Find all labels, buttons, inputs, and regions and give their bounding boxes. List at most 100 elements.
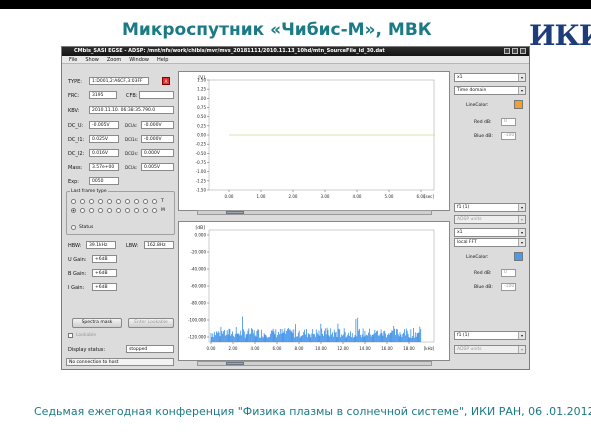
kbv-row: KBV: 2010.11.10. 06:38:35.790.0 [64, 106, 177, 115]
frame-type-radio[interactable] [89, 199, 94, 204]
line-color-top-label: LineColor: [466, 103, 489, 108]
close-button[interactable] [520, 48, 526, 54]
status-radio[interactable] [71, 225, 76, 230]
frame-type-radio[interactable] [89, 208, 94, 213]
menu-file[interactable]: File [69, 56, 77, 63]
frame-type-radio[interactable] [143, 199, 148, 204]
dc-u-label: DC_U: [68, 123, 84, 129]
menu-help[interactable]: Help [157, 56, 168, 63]
kbv-label: KBV: [68, 108, 80, 114]
alarm-button[interactable]: A [162, 77, 170, 85]
channel-select-top[interactable]: x1 ▾ [454, 73, 526, 82]
frame-type-radio[interactable] [80, 208, 85, 213]
frame-label-m: M [161, 208, 165, 213]
lbw-label: LBW: [126, 243, 139, 249]
y-tick-label: 0.75 [197, 105, 206, 110]
slide-footer: Седьмая ежегодная конференция "Физика пл… [34, 405, 591, 418]
lookable-checkbox[interactable] [68, 333, 73, 338]
blue-db-bottom-input[interactable]: -100 [501, 283, 516, 291]
frame-type-radio[interactable] [125, 199, 130, 204]
left-panel: TYPE: 1:D001,2:A6CF,3:03FF A FRC: 3195 C… [64, 65, 177, 369]
filter-select-bottom[interactable]: f1 (1) ▾ [454, 331, 526, 340]
window-titlebar[interactable]: CMbis_SASI EGSE - ADSP: /mnt/nfs/work/ch… [62, 47, 529, 56]
display-status-value: stopped [126, 345, 174, 353]
frame-type-radio[interactable] [116, 208, 121, 213]
frame-type-radio[interactable] [152, 208, 157, 213]
frame-type-radio[interactable] [152, 199, 157, 204]
frame-type-radio[interactable] [98, 199, 103, 204]
dcus-label: DCUs: [125, 123, 138, 128]
logo-text: ИКИ [529, 19, 591, 52]
dc-u-value: -0.005V [89, 121, 119, 129]
filter-select-top[interactable]: f1 (1) ▾ [454, 203, 526, 212]
exp-value: 0050 [89, 177, 119, 185]
window-controls [504, 48, 526, 54]
frame-type-radio[interactable] [80, 199, 85, 204]
spectra-mask-button[interactable]: Spectra mask [72, 318, 122, 328]
dcus2-value: 0.005V [141, 163, 174, 171]
red-db-top-input[interactable]: 0 [501, 118, 516, 126]
slide-title: Микроспутник «Чибис-М», МВК [122, 20, 432, 40]
y-tick-label: -120.000 [188, 335, 206, 340]
lbw-value: 162.8Hz [144, 241, 174, 249]
units-select-top[interactable]: ADSP units ▾ [454, 215, 526, 224]
time-scrollbar[interactable] [197, 210, 432, 215]
y-tick-label: 0.25 [197, 123, 206, 128]
type-row: TYPE: 1:D001,2:A6CF,3:03FF A [64, 77, 177, 86]
frame-label-t: T [161, 199, 164, 204]
window-title: CMbis_SASI EGSE - ADSP: /mnt/nfs/work/ch… [74, 48, 385, 54]
dc-i1-label: DC_I1: [68, 137, 85, 143]
u-gain-label: U Gain: [68, 257, 87, 263]
frame-type-radio[interactable] [71, 199, 76, 204]
x-tick-label: 3.00 [321, 194, 330, 199]
menu-show[interactable]: Show [85, 56, 99, 63]
chevron-down-icon: ▾ [518, 74, 525, 81]
spectrum-scroll-thumb[interactable] [226, 362, 244, 365]
hbw-value: 39.1kHz [86, 241, 116, 249]
i-gain-label: I Gain: [68, 285, 85, 291]
time-scroll-thumb[interactable] [226, 211, 244, 214]
mode-select-bottom-value: local FFT [457, 240, 477, 245]
frame-type-radio[interactable] [107, 208, 112, 213]
filter-select-top-value: f1 (1) [457, 205, 470, 210]
units-select-bottom[interactable]: ADSP units ▾ [454, 345, 526, 354]
frame-type-radio[interactable] [98, 208, 103, 213]
frame-type-radio[interactable] [116, 199, 121, 204]
slide-top-bar [0, 0, 591, 9]
hbw-label: HBW: [68, 243, 82, 249]
menu-zoom[interactable]: Zoom [107, 56, 121, 63]
display-status-label: Display status: [68, 347, 106, 353]
kbv-value: 2010.11.10. 06:38:35.790.0 [89, 106, 174, 114]
y-tick-label: -20.000 [191, 250, 207, 255]
frame-type-radio[interactable] [134, 208, 139, 213]
bandwidth-row: HBW: 39.1kHz LBW: 162.8Hz [64, 241, 177, 250]
frame-type-radio[interactable] [71, 208, 76, 213]
frame-type-radio[interactable] [125, 208, 130, 213]
dcus-value: -0.000V [141, 121, 174, 129]
minimize-button[interactable] [504, 48, 510, 54]
menu-window[interactable]: Window [129, 56, 149, 63]
x-tick-label: 6.00 [273, 346, 282, 351]
x-tick-label: 10.00 [315, 346, 327, 351]
mode-select-top[interactable]: Time domain ▾ [454, 86, 526, 95]
line-color-bottom-swatch[interactable] [514, 252, 523, 261]
b-gain-row: B Gain: +6dB [64, 269, 177, 278]
x-tick-label: 5.00 [385, 194, 394, 199]
mode-select-bottom[interactable]: local FFT ▾ [454, 238, 526, 247]
frame-type-radio[interactable] [107, 199, 112, 204]
lookable-button[interactable]: Enter Lookable [128, 318, 174, 328]
line-color-bottom-label: LineColor: [466, 255, 489, 260]
frame-type-radio[interactable] [134, 199, 139, 204]
channel-select-bottom[interactable]: x1 ▾ [454, 228, 526, 237]
blue-db-top-input[interactable]: -100 [501, 132, 516, 140]
u-gain-value: +6dB [92, 255, 117, 263]
spectrum-plot: [dB] 0.000 -20.000 -40.000 -60.000 -80.000 -10… [178, 221, 450, 361]
frame-type-radio[interactable] [143, 208, 148, 213]
red-db-bottom-input[interactable]: 0 [501, 269, 516, 277]
x-tick-label: 14.00 [359, 346, 371, 351]
right-panel: x1 ▾ Time domain ▾ LineColor: Red dB: 0 Bl… [452, 65, 529, 369]
x-tick-label: 0.00 [207, 346, 216, 351]
line-color-top-swatch[interactable] [514, 100, 523, 109]
maximize-button[interactable] [512, 48, 518, 54]
spectrum-scrollbar[interactable] [197, 361, 432, 366]
